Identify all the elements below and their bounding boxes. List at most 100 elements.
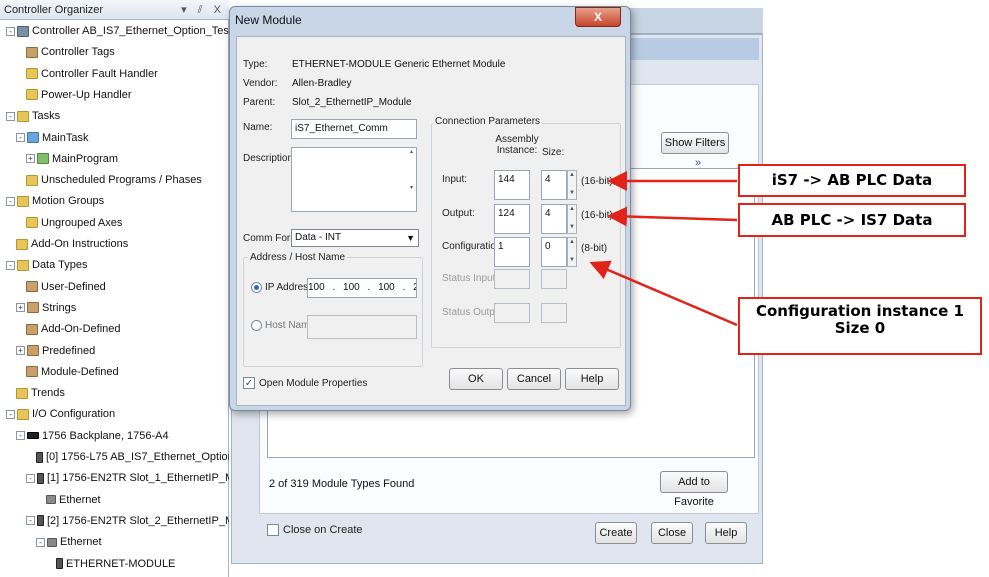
collapse-icon[interactable]: - — [6, 26, 15, 36]
tree-item[interactable]: Unscheduled Programs / Phases — [26, 171, 202, 189]
tree-item[interactable]: [0] 1756-L75 AB_IS7_Ethernet_Option_Test — [36, 448, 260, 466]
ip-part-4: 22 — [413, 282, 416, 293]
pane-pin-close-icons[interactable]: ▾ ⫽ X — [181, 0, 225, 20]
assembly-instance-input[interactable] — [494, 303, 530, 323]
assembly-instance-input[interactable]: 1 — [494, 237, 530, 267]
help-button[interactable]: Help — [565, 368, 619, 390]
tree-item[interactable]: Controller Tags — [26, 43, 115, 61]
open-module-properties-checkbox[interactable]: ✓ Open Module Properties — [243, 377, 367, 389]
tree-item[interactable]: - [2] 1756-EN2TR Slot_2_EthernetIP_Module — [26, 512, 261, 530]
ip-address-input[interactable]: 100 . 100 . 100 . 22 — [307, 278, 417, 298]
tree-item[interactable]: Trends — [16, 384, 65, 402]
ok-button[interactable]: OK — [449, 368, 503, 390]
collapse-icon[interactable]: - — [6, 196, 15, 206]
organizer-header: Controller Organizer ▾ ⫽ X — [0, 0, 229, 20]
collapse-icon[interactable]: - — [26, 473, 35, 483]
tree-item[interactable]: ETHERNET-MODULE — [56, 555, 175, 573]
expand-icon[interactable]: + — [26, 154, 35, 164]
expand-icon[interactable]: + — [16, 346, 25, 355]
host-name-input[interactable] — [307, 315, 417, 339]
address-group-label: Address / Host Name — [248, 252, 348, 263]
comm-format-select[interactable]: Data - INT ▼ — [291, 229, 419, 247]
tree-item[interactable]: - 1756 Backplane, 1756-A4 — [16, 427, 169, 445]
datatype-icon — [26, 323, 38, 335]
close-icon[interactable]: X — [575, 7, 621, 27]
close-on-create-checkbox[interactable]: Close on Create — [267, 524, 363, 536]
size-input[interactable]: 4 — [541, 170, 567, 200]
datatype-icon — [26, 281, 38, 293]
assembly-instance-input[interactable]: 124 — [494, 204, 530, 234]
collapse-icon[interactable]: - — [6, 260, 15, 270]
tree-item-label: ETHERNET-MODULE — [66, 557, 176, 570]
collapse-icon[interactable]: - — [16, 431, 25, 441]
show-filters-button[interactable]: Show Filters » — [661, 132, 729, 169]
folder-icon — [16, 238, 28, 250]
radio-selected-icon[interactable] — [251, 282, 262, 293]
folder-icon — [26, 217, 38, 229]
assembly-instance-input[interactable] — [494, 269, 530, 289]
size-input[interactable]: 4 — [541, 204, 567, 234]
tree-item[interactable]: Ethernet — [46, 491, 101, 509]
collapse-icon[interactable]: - — [6, 111, 15, 121]
datatype-icon — [27, 302, 39, 314]
size-input[interactable] — [541, 303, 567, 323]
ip-dot: . — [367, 282, 371, 293]
size-input[interactable]: 0 — [541, 237, 567, 267]
folder-icon — [26, 174, 38, 186]
spin-updown-icon[interactable]: ▲ ▼ — [567, 170, 577, 200]
help-button[interactable]: Help — [705, 522, 747, 544]
cancel-button[interactable]: Cancel — [507, 368, 561, 390]
tree-item[interactable]: Ungrouped Axes — [26, 214, 122, 232]
tree-item[interactable]: - MainTask — [16, 129, 88, 147]
tree-item[interactable]: - Tasks — [6, 107, 60, 125]
tree-item-label: Module-Defined — [41, 365, 119, 378]
tree-item[interactable]: Power-Up Handler — [26, 86, 131, 104]
collapse-icon[interactable]: - — [6, 409, 15, 419]
collapse-icon[interactable]: - — [26, 516, 35, 526]
datatype-icon — [27, 345, 39, 356]
ip-dot: . — [402, 282, 406, 293]
tree-item-label: [0] 1756-L75 AB_IS7_Ethernet_Option_Test — [46, 451, 261, 463]
spin-updown-icon[interactable]: ▲ ▼ — [567, 237, 577, 267]
tree-item[interactable]: + MainProgram — [26, 150, 118, 168]
assembly-instance-input[interactable]: 144 — [494, 170, 530, 200]
module-types-found-text: 2 of 319 Module Types Found — [269, 478, 415, 490]
add-to-favorite-button[interactable]: Add to Favorite — [660, 471, 728, 508]
tree-item[interactable]: - Motion Groups — [6, 192, 104, 210]
description-input[interactable] — [291, 147, 417, 212]
checkmark-icon[interactable]: ✓ — [243, 377, 255, 389]
parent-value: Slot_2_EthernetIP_Module — [292, 97, 412, 108]
tree-item-label: I/O Configuration — [32, 408, 116, 421]
tree-item-label: Trends — [31, 387, 65, 400]
checkbox-box[interactable] — [267, 524, 279, 536]
tree-item[interactable]: - Ethernet — [36, 533, 102, 551]
module-icon — [37, 472, 44, 484]
radio-unselected-icon[interactable] — [251, 320, 262, 331]
tree-item[interactable]: - Data Types — [6, 256, 87, 274]
expand-icon[interactable]: + — [16, 303, 25, 313]
tree-item[interactable]: + Predefined — [16, 342, 95, 360]
collapse-icon[interactable]: - — [36, 537, 45, 547]
close-button[interactable]: Close — [651, 522, 693, 544]
tree-item[interactable]: Module-Defined — [26, 363, 119, 381]
tree-item[interactable]: Add-On Instructions — [16, 235, 128, 253]
description-scrollbar[interactable]: ▴ ▾ — [407, 148, 416, 211]
tree-item[interactable]: - [1] 1756-EN2TR Slot_1_EthernetIP_Module — [26, 469, 261, 487]
folder-icon — [26, 89, 38, 101]
tree-item[interactable]: - I/O Configuration — [6, 405, 115, 423]
collapse-icon[interactable]: - — [16, 133, 25, 142]
tree-item[interactable]: Controller Fault Handler — [26, 65, 158, 83]
module-icon — [56, 558, 63, 569]
connection-row-label: Input: — [442, 174, 468, 185]
create-button[interactable]: Create — [595, 522, 637, 544]
tree-item[interactable]: + Strings — [16, 299, 76, 317]
tree-item[interactable]: User-Defined — [26, 278, 106, 296]
type-value: ETHERNET-MODULE Generic Ethernet Module — [292, 59, 506, 70]
spin-updown-icon[interactable]: ▲ ▼ — [567, 204, 577, 234]
tree-item[interactable]: - Controller AB_IS7_Ethernet_Option_Test — [6, 22, 232, 40]
name-input[interactable]: iS7_Ethernet_Comm — [291, 119, 417, 139]
folder-icon — [17, 195, 29, 207]
tree-item[interactable]: Add-On-Defined — [26, 320, 121, 338]
size-unit-label: (16-bit) — [581, 176, 613, 187]
size-input[interactable] — [541, 269, 567, 289]
